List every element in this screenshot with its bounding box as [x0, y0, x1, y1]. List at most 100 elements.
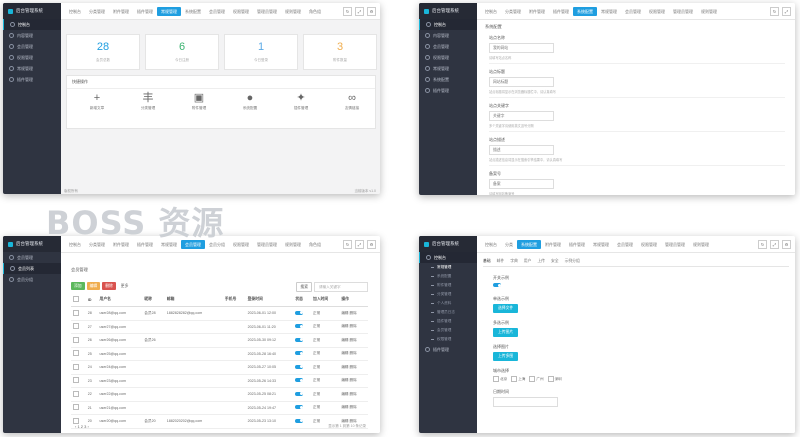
- tab[interactable]: 角色组: [305, 7, 325, 16]
- sidebar-subitem[interactable]: 分类管理: [419, 290, 477, 299]
- row-checkbox[interactable]: [73, 390, 79, 397]
- refresh-icon[interactable]: ↻: [343, 7, 352, 16]
- sidebar-item[interactable]: 会员分组: [3, 274, 61, 285]
- row-checkbox[interactable]: [73, 336, 79, 343]
- tab[interactable]: 权限管理: [229, 7, 253, 16]
- status-toggle[interactable]: [295, 310, 304, 315]
- tab[interactable]: 规则管理: [281, 240, 305, 249]
- tab[interactable]: 常规管理: [589, 240, 613, 249]
- text-field[interactable]: 我的网站: [489, 43, 554, 53]
- status-toggle[interactable]: [295, 378, 304, 383]
- toolbar-button[interactable]: 添加: [71, 282, 85, 290]
- tab[interactable]: 会员管理: [613, 240, 637, 249]
- sidebar-item[interactable]: 控制台: [3, 19, 61, 30]
- tab[interactable]: 会员管理: [205, 7, 229, 16]
- subtab[interactable]: 基础: [483, 259, 491, 264]
- sidebar-subitem[interactable]: 会员管理: [419, 326, 477, 335]
- sidebar-item[interactable]: 常规管理: [3, 63, 61, 74]
- checkbox-option[interactable]: 深圳: [547, 376, 562, 382]
- checkbox[interactable]: [547, 376, 554, 382]
- tab[interactable]: 管理员管理: [253, 240, 281, 249]
- sidebar-item-dashboard[interactable]: 控制台: [419, 252, 477, 263]
- text-field[interactable]: 描述: [489, 145, 554, 155]
- tab[interactable]: 规则管理: [281, 7, 305, 16]
- status-toggle[interactable]: [295, 351, 304, 356]
- row-checkbox[interactable]: [73, 363, 79, 370]
- toolbar-button[interactable]: 编辑: [86, 282, 101, 290]
- pagination[interactable]: ‹ 1 2 3 ›: [75, 424, 89, 429]
- refresh-icon[interactable]: ↻: [770, 7, 779, 16]
- search-button[interactable]: 搜索: [296, 282, 312, 292]
- sidebar-subitem[interactable]: 系统配置: [419, 272, 477, 281]
- refresh-icon[interactable]: ↻: [758, 240, 767, 249]
- tab[interactable]: 控制台: [481, 7, 501, 16]
- tab[interactable]: 分类: [501, 240, 517, 249]
- subtab[interactable]: 用户: [524, 259, 532, 264]
- tab[interactable]: 管理员管理: [661, 240, 689, 249]
- status-toggle[interactable]: [295, 391, 304, 396]
- toggle-switch[interactable]: [493, 283, 501, 287]
- tab[interactable]: 常规管理: [597, 7, 621, 16]
- tab[interactable]: 角色组: [305, 240, 325, 249]
- fullscreen-icon[interactable]: ⤢: [782, 7, 791, 16]
- tab[interactable]: 插件管理: [549, 7, 573, 16]
- fullscreen-icon[interactable]: ⤢: [770, 240, 779, 249]
- checkbox[interactable]: [529, 376, 536, 382]
- tab[interactable]: 权限管理: [645, 7, 669, 16]
- sidebar-item[interactable]: 内容管理: [419, 30, 477, 41]
- sidebar-item[interactable]: 控制台: [419, 19, 477, 30]
- subtab[interactable]: 字典: [510, 259, 518, 264]
- tab[interactable]: 附件管理: [109, 7, 133, 16]
- tab[interactable]: 规则管理: [689, 240, 713, 249]
- sidebar-item[interactable]: 会员管理: [3, 41, 61, 52]
- sidebar-subitem[interactable]: 个人资料: [419, 299, 477, 308]
- row-checkbox[interactable]: [73, 417, 79, 424]
- quick-action-item[interactable]: ∞ 友情链接: [332, 91, 372, 111]
- settings-icon[interactable]: ⚙: [782, 240, 791, 249]
- row-checkbox[interactable]: [73, 377, 79, 384]
- date-input[interactable]: [493, 397, 558, 407]
- checkbox-option[interactable]: 北京: [493, 376, 507, 382]
- upload-button[interactable]: 选择文件: [493, 304, 519, 313]
- sidebar-item[interactable]: 权限管理: [419, 52, 477, 63]
- tab[interactable]: 插件管理: [133, 7, 157, 16]
- quick-action-item[interactable]: ▣ 附件管理: [179, 91, 219, 111]
- sidebar-item[interactable]: 内容管理: [3, 30, 61, 41]
- subtab[interactable]: 邮件: [497, 259, 505, 264]
- checkbox[interactable]: [493, 376, 499, 382]
- fullscreen-icon[interactable]: ⤢: [355, 240, 364, 249]
- quick-action-item[interactable]: 丰分类管理: [128, 91, 168, 111]
- sidebar-subitem[interactable]: 附件管理: [419, 281, 477, 290]
- tab[interactable]: 规则管理: [697, 7, 721, 16]
- tab[interactable]: 分类管理: [85, 7, 109, 16]
- sidebar-item[interactable]: 权限管理: [3, 52, 61, 63]
- tab[interactable]: 分类管理: [501, 7, 525, 16]
- sidebar-item-plugins[interactable]: 插件管理: [419, 344, 477, 355]
- status-toggle[interactable]: [295, 324, 304, 329]
- tab[interactable]: 插件管理: [565, 240, 589, 249]
- status-toggle[interactable]: [295, 418, 304, 423]
- checkbox-option[interactable]: 上海: [511, 376, 525, 382]
- status-toggle[interactable]: [295, 337, 304, 342]
- upload-button[interactable]: 上传多图: [493, 352, 519, 361]
- tab[interactable]: 管理员管理: [669, 7, 697, 16]
- sidebar-item[interactable]: 插件管理: [419, 85, 477, 96]
- tab[interactable]: 管理员管理: [253, 7, 281, 16]
- toolbar-button[interactable]: 删除: [102, 282, 116, 290]
- sidebar-subitem[interactable]: 权限管理: [419, 335, 477, 344]
- row-checkbox[interactable]: [73, 350, 79, 357]
- tab[interactable]: 系统配置: [517, 239, 541, 249]
- sidebar-item[interactable]: 插件管理: [3, 74, 61, 85]
- tab[interactable]: 常规管理: [157, 6, 181, 16]
- quick-action-item[interactable]: + 新增文章: [77, 91, 117, 111]
- search-input[interactable]: 请输入关键字: [314, 282, 368, 292]
- refresh-icon[interactable]: ↻: [343, 240, 352, 249]
- tab[interactable]: 系统配置: [573, 6, 597, 16]
- settings-icon[interactable]: ⚙: [367, 7, 376, 16]
- row-checkbox[interactable]: [73, 404, 79, 411]
- sidebar-item[interactable]: 常规管理: [419, 63, 477, 74]
- sidebar-subitem[interactable]: 管理员日志: [419, 308, 477, 317]
- upload-button[interactable]: 上传图片: [493, 328, 519, 337]
- more-dropdown[interactable]: 更多: [121, 284, 129, 289]
- sidebar-subitem[interactable]: 常规管理: [419, 263, 477, 272]
